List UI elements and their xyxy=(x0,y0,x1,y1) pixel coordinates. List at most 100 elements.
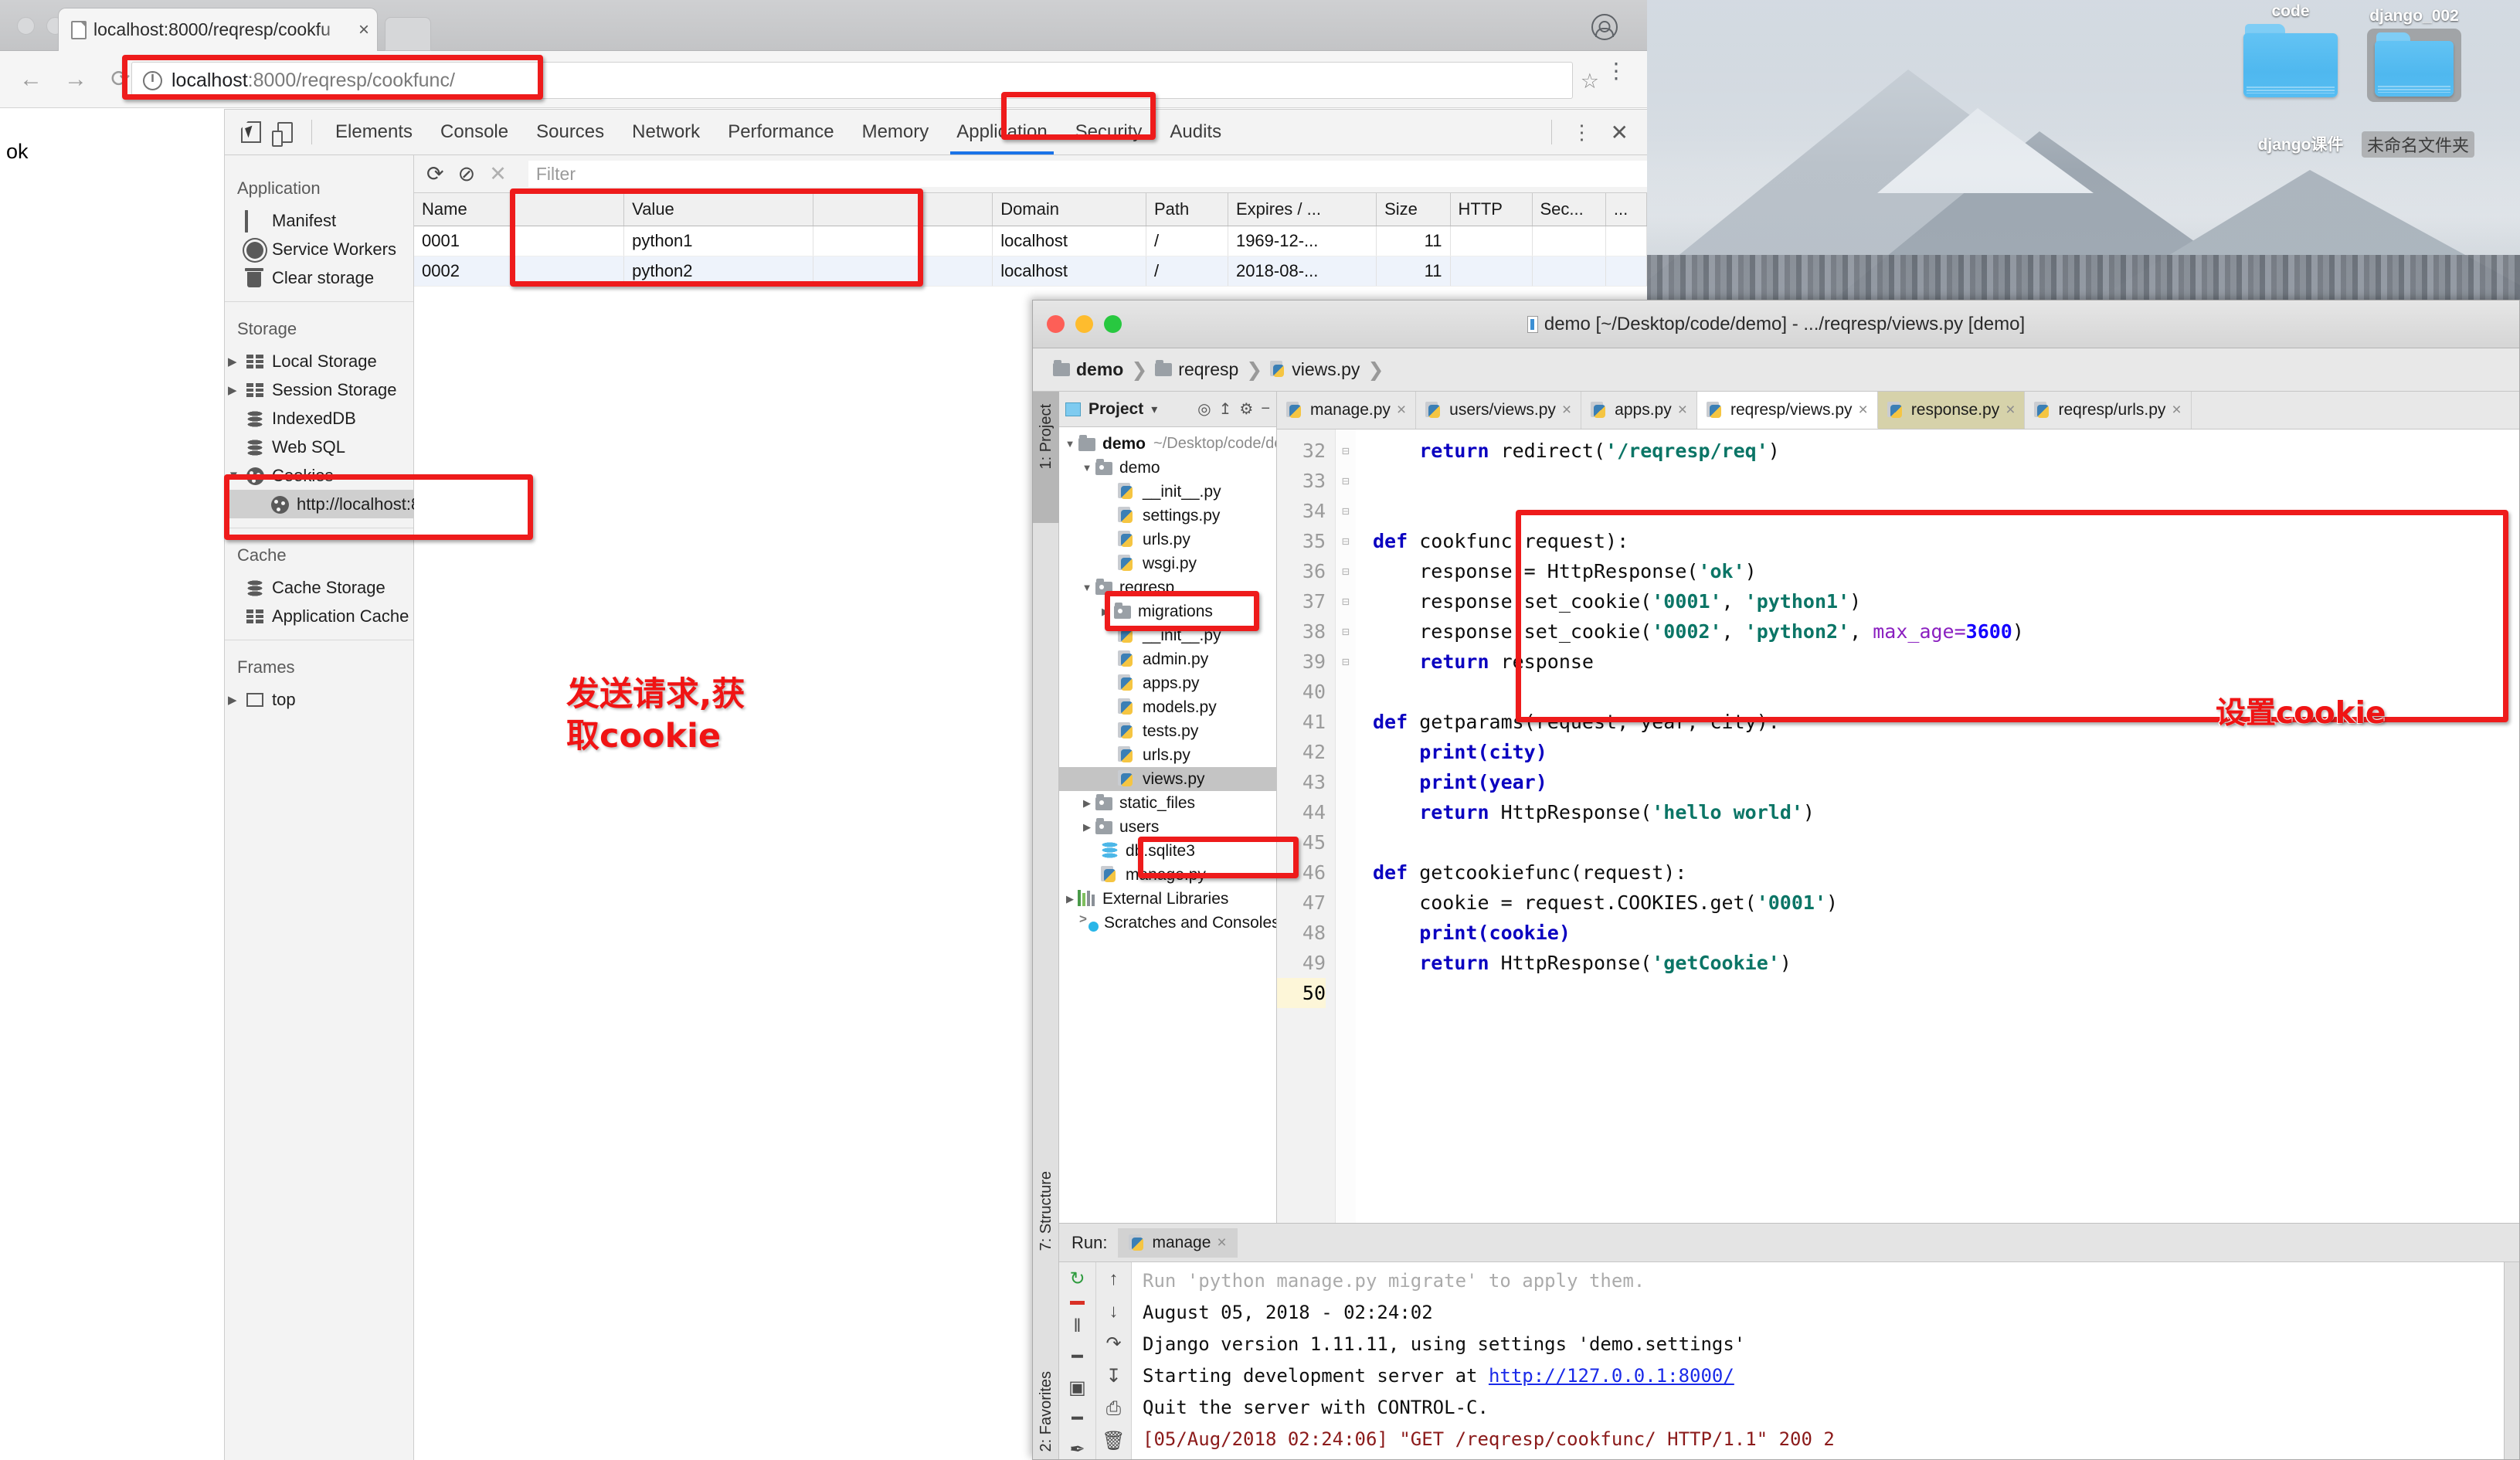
tree-node-reqresp[interactable]: ▼ reqresp xyxy=(1059,576,1276,599)
tree-node-admin-py[interactable]: admin.py xyxy=(1059,647,1276,671)
col-header-secure[interactable]: Sec... xyxy=(1532,193,1606,226)
rerun-icon[interactable]: ↻ xyxy=(1069,1270,1085,1289)
browser-tab[interactable]: localhost:8000/reqresp/cookfu × xyxy=(58,8,378,51)
console-scrollbar[interactable] xyxy=(2504,1262,2519,1459)
sidebar-item-application-cache[interactable]: ▶ Application Cache xyxy=(225,602,413,630)
up-arrow-icon[interactable]: ↑ xyxy=(1109,1270,1119,1289)
run-console-output[interactable]: Run 'python manage.py migrate' to apply … xyxy=(1132,1262,2504,1459)
tool-button-project[interactable]: 1: Project xyxy=(1038,404,1055,469)
tree-node-reqresp-urls-py[interactable]: urls.py xyxy=(1059,743,1276,767)
table-row[interactable]: 0002 python2 localhost / 2018-08-... 11 xyxy=(414,256,1648,287)
close-icon[interactable]: × xyxy=(1217,1234,1226,1252)
sidebar-item-cookies[interactable]: ▼ Cookies xyxy=(225,461,413,490)
tab-performance[interactable]: Performance xyxy=(714,110,847,154)
tree-node-settings-py[interactable]: settings.py xyxy=(1059,504,1276,528)
tree-node-init-py[interactable]: __init__.py xyxy=(1059,480,1276,504)
tree-node-apps-py[interactable]: apps.py xyxy=(1059,671,1276,695)
delete-selected-icon[interactable]: ✕ xyxy=(489,162,507,186)
tree-node-db-sqlite3[interactable]: db.sqlite3 xyxy=(1059,839,1276,863)
run-tab-manage[interactable]: manage × xyxy=(1118,1227,1238,1258)
devtools-close-icon[interactable]: ✕ xyxy=(1603,120,1636,145)
tree-node-migrations[interactable]: ▶ migrations xyxy=(1059,599,1276,623)
chevron-right-icon[interactable]: ▶ xyxy=(1099,606,1112,618)
chevron-right-icon[interactable]: ▶ xyxy=(1064,893,1076,905)
tree-node-users[interactable]: ▶ users xyxy=(1059,815,1276,839)
tree-node-tests-py[interactable]: tests.py xyxy=(1059,719,1276,743)
chevron-right-icon[interactable]: ▶ xyxy=(228,693,242,707)
code-view[interactable]: 32 33 34 35 36 37 38 39 40 41 42 43 44 4… xyxy=(1277,430,2519,1223)
breadcrumb-item-reqresp[interactable]: reqresp ❯ xyxy=(1155,358,1270,382)
clear-all-icon[interactable]: 🗑 xyxy=(1102,1432,1125,1451)
sidebar-item-web-sql[interactable]: ▶ Web SQL xyxy=(225,433,413,461)
sidebar-item-top-frame[interactable]: ▶ top xyxy=(225,685,413,714)
tab-sources[interactable]: Sources xyxy=(522,110,618,154)
col-header-domain[interactable]: Domain xyxy=(992,193,1146,226)
editor-tab-manage-py[interactable]: manage.py × xyxy=(1277,392,1417,429)
tab-memory[interactable]: Memory xyxy=(848,110,943,154)
tree-node-reqresp-init-py[interactable]: __init__.py xyxy=(1059,623,1276,647)
chevron-down-icon[interactable]: ▼ xyxy=(1064,438,1076,450)
close-icon[interactable]: × xyxy=(1397,401,1406,419)
tree-node-scratches[interactable]: Scratches and Consoles xyxy=(1059,911,1276,935)
minimize-icon[interactable]: − xyxy=(1261,400,1270,418)
layout-icon[interactable]: ▣ xyxy=(1068,1379,1086,1397)
sidebar-item-session-storage[interactable]: ▶ Session Storage xyxy=(225,375,413,404)
profile-avatar-icon[interactable] xyxy=(1591,14,1618,40)
tree-node-urls-py[interactable]: urls.py xyxy=(1059,528,1276,552)
device-toolbar-icon[interactable] xyxy=(268,115,302,149)
close-icon[interactable]: × xyxy=(354,19,369,41)
desktop-folder-untitled[interactable]: 未命名文件夹 xyxy=(2325,131,2511,160)
tree-node-demo-pkg[interactable]: ▼ demo xyxy=(1059,456,1276,480)
sidebar-item-indexeddb[interactable]: ▶ IndexedDB xyxy=(225,404,413,433)
col-header-size[interactable]: Size xyxy=(1376,193,1451,226)
tab-security[interactable]: Security xyxy=(1061,110,1156,154)
col-header-http[interactable]: HTTP xyxy=(1450,193,1533,226)
col-header-expires[interactable]: Expires / ... xyxy=(1228,193,1377,226)
sidebar-item-local-storage[interactable]: ▶ Local Storage xyxy=(225,347,413,375)
refresh-icon[interactable]: ⟳ xyxy=(426,162,444,186)
pin-icon[interactable]: ✒ xyxy=(1069,1441,1085,1459)
sidebar-item-clear-storage[interactable]: ▶ Clear storage xyxy=(225,263,413,292)
col-header-path[interactable]: Path xyxy=(1146,193,1228,226)
editor-tab-response-py[interactable]: response.py × xyxy=(1877,392,2026,429)
window-traffic-lights[interactable] xyxy=(1047,315,1122,333)
print-icon[interactable]: ⎙ xyxy=(1106,1400,1121,1418)
stop-icon[interactable] xyxy=(1070,1301,1085,1305)
close-icon[interactable]: × xyxy=(1562,401,1571,419)
col-header-name[interactable]: Name xyxy=(414,193,625,226)
devtools-more-icon[interactable]: ⋮ xyxy=(1564,122,1600,142)
editor-tab-reqresp-urls-py[interactable]: reqresp/urls.py × xyxy=(2025,392,2192,429)
col-header-value[interactable]: Value xyxy=(623,193,814,226)
bookmark-star-icon[interactable]: ☆ xyxy=(1581,70,1599,93)
browser-menu-icon[interactable]: ⋮ xyxy=(1605,60,1627,82)
sidebar-item-cache-storage[interactable]: ▶ Cache Storage xyxy=(225,573,413,602)
scroll-to-end-icon[interactable]: ↧ xyxy=(1105,1367,1121,1386)
editor-tab-apps-py[interactable]: apps.py × xyxy=(1581,392,1697,429)
address-bar[interactable]: localhost:8000/reqresp/cookfunc/ xyxy=(131,62,1573,99)
code-folding-gutter[interactable]: ⊟ ⊟ ⊟ ⊟ ⊟ ⊟ ⊟ ⊟ xyxy=(1336,430,1356,1223)
breadcrumb-item-viewspy[interactable]: views.py ❯ xyxy=(1270,358,1391,382)
editor-tab-users-views-py[interactable]: users/views.py × xyxy=(1416,392,1582,429)
tree-node-manage-py[interactable]: manage.py xyxy=(1059,863,1276,887)
tab-elements[interactable]: Elements xyxy=(321,110,426,154)
tab-console[interactable]: Console xyxy=(426,110,522,154)
chevron-right-icon[interactable]: ▶ xyxy=(1081,797,1093,810)
tab-audits[interactable]: Audits xyxy=(1156,110,1235,154)
chevron-right-icon[interactable]: ▶ xyxy=(228,355,242,368)
close-icon[interactable]: × xyxy=(1678,401,1687,419)
tree-node-demo-root[interactable]: ▼ demo ~/Desktop/code/demo xyxy=(1059,432,1276,456)
sidebar-item-service-workers[interactable]: ▶ Service Workers xyxy=(225,235,413,263)
tree-node-static-files[interactable]: ▶ static_files xyxy=(1059,791,1276,815)
chevron-down-icon[interactable]: ▾ xyxy=(1151,402,1157,417)
clear-all-icon[interactable]: ⊘ xyxy=(458,162,476,186)
tree-node-views-py[interactable]: views.py xyxy=(1059,767,1276,791)
chevron-down-icon[interactable]: ▼ xyxy=(1081,582,1093,593)
forward-icon[interactable]: → xyxy=(59,63,93,97)
breadcrumb-item-demo[interactable]: demo ❯ xyxy=(1053,358,1155,382)
tool-button-structure[interactable]: 7: Structure xyxy=(1038,1171,1055,1251)
back-icon[interactable]: ← xyxy=(14,63,48,97)
collapse-all-icon[interactable]: ↥ xyxy=(1219,399,1232,419)
inspect-element-icon[interactable] xyxy=(234,115,268,149)
chevron-right-icon[interactable]: ▶ xyxy=(1081,821,1093,834)
site-info-icon[interactable] xyxy=(143,70,162,90)
